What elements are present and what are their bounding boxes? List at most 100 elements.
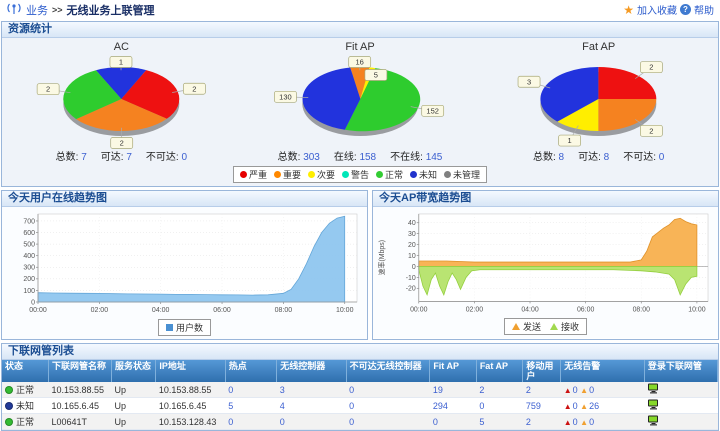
cell-value-wlc[interactable]: 4 xyxy=(280,401,285,411)
cell-alarms: ▲0 ▲26 xyxy=(561,398,645,414)
cell-value-fat_ap[interactable]: 2 xyxy=(479,385,484,395)
table-row: 正常L00641TUp10.153.128.43000052▲0 ▲0 xyxy=(2,414,718,430)
cell-value-service: Up xyxy=(114,401,126,411)
pie-stats-fat-ap: 总数: 8可达: 8不可达: 0 xyxy=(479,150,718,165)
cell-name: L00641T xyxy=(49,414,112,430)
svg-text:10: 10 xyxy=(408,253,416,260)
cell-service: Up xyxy=(111,414,155,430)
severity-dot-icon xyxy=(376,171,383,178)
svg-text:500: 500 xyxy=(23,242,35,249)
cell-ip: 10.165.6.45 xyxy=(156,398,225,414)
cell-unreachable_wlc: 0 xyxy=(346,382,430,398)
cell-value-fat_ap[interactable]: 5 xyxy=(479,417,484,427)
cell-value-mobile_users[interactable]: 2 xyxy=(526,385,531,395)
svg-text:200: 200 xyxy=(23,276,35,283)
column-header-ip: IP地址 xyxy=(156,360,225,382)
pie-stat-value[interactable]: 158 xyxy=(359,152,376,163)
topbar: 业务 >> 无线业务上联管理 ★ 加入收藏 ? 帮助 xyxy=(1,0,719,19)
cell-status: 正常 xyxy=(2,414,49,430)
pie-stat-value[interactable]: 8 xyxy=(604,152,610,163)
panel-title-ap-bandwidth: 今天AP带宽趋势图 xyxy=(373,191,718,207)
cell-value-ip: 10.153.128.43 xyxy=(159,417,217,427)
breadcrumb-section[interactable]: 业务 xyxy=(26,2,48,18)
critical-alarm-icon: ▲ xyxy=(564,402,572,411)
column-header-alarms: 无线告警 xyxy=(561,360,645,382)
svg-text:02:00: 02:00 xyxy=(91,307,109,314)
cell-value-unreachable_wlc[interactable]: 0 xyxy=(349,385,354,395)
status-dot-icon xyxy=(5,386,13,394)
svg-text:08:00: 08:00 xyxy=(633,306,651,313)
chart-legend-item: 接收 xyxy=(550,320,579,333)
pie-chart-ac: 1222 xyxy=(2,54,241,150)
help-link[interactable]: 帮助 xyxy=(694,2,714,17)
breadcrumb-separator: >> xyxy=(52,5,63,15)
cell-name: 10.165.6.45 xyxy=(49,398,112,414)
cell-wlc: 3 xyxy=(277,382,346,398)
cell-service: Up xyxy=(111,398,155,414)
severity-legend-item: 未知 xyxy=(410,168,437,181)
svg-text:300: 300 xyxy=(23,265,35,272)
cell-value-unreachable_wlc[interactable]: 0 xyxy=(349,401,354,411)
severity-legend-box: 严重重要次要警告正常未知未管理 xyxy=(233,166,487,183)
svg-text:100: 100 xyxy=(23,288,35,295)
panel-title-user-trend: 今天用户在线趋势图 xyxy=(2,191,367,207)
column-header-mobile_users: 移动用户 xyxy=(523,360,561,382)
svg-text:04:00: 04:00 xyxy=(521,306,539,313)
cell-value-mobile_users[interactable]: 2 xyxy=(526,417,531,427)
pie-stat: 可达: 8 xyxy=(578,152,609,163)
major-alarm-count[interactable]: 26 xyxy=(589,401,599,411)
cell-value-fit_ap[interactable]: 19 xyxy=(433,385,443,395)
cell-fat_ap: 2 xyxy=(476,382,523,398)
svg-text:0: 0 xyxy=(31,299,35,306)
svg-text:2: 2 xyxy=(650,126,654,135)
pie-stat: 在线: 158 xyxy=(334,152,376,163)
svg-text:0: 0 xyxy=(412,264,416,271)
pie-stat-value[interactable]: 7 xyxy=(81,152,87,163)
severity-dot-icon xyxy=(240,171,247,178)
pie-stat-value[interactable]: 0 xyxy=(659,152,665,163)
svg-text:5: 5 xyxy=(373,71,377,80)
severity-dot-icon xyxy=(410,171,417,178)
pie-stat-value[interactable]: 0 xyxy=(181,152,187,163)
column-header-status: 状态 xyxy=(2,360,49,382)
severity-legend-item: 正常 xyxy=(376,168,403,181)
pie-stat-value[interactable]: 7 xyxy=(126,152,132,163)
pie-stat-value[interactable]: 8 xyxy=(559,152,565,163)
cell-fit_ap: 0 xyxy=(430,414,477,430)
favorite-link[interactable]: 加入收藏 xyxy=(637,2,677,17)
login-nms-icon[interactable] xyxy=(647,399,660,412)
pie-chart-fat-ap: 2213 xyxy=(479,54,718,150)
pie-stat: 不可达: 0 xyxy=(623,152,664,163)
pie-stat-value[interactable]: 145 xyxy=(426,152,443,163)
cell-value-fit_ap[interactable]: 0 xyxy=(433,417,438,427)
svg-text:-10: -10 xyxy=(406,275,416,282)
user-trend-legend: 用户数 xyxy=(4,318,365,339)
cell-value-unreachable_wlc[interactable]: 0 xyxy=(349,417,354,427)
wireless-icon xyxy=(6,1,22,18)
column-header-wlc: 无线控制器 xyxy=(277,360,346,382)
cell-mobile_users: 2 xyxy=(523,382,561,398)
cell-value-wlc[interactable]: 0 xyxy=(280,417,285,427)
login-nms-icon[interactable] xyxy=(647,383,660,396)
svg-text:02:00: 02:00 xyxy=(466,306,484,313)
pie-stat-value[interactable]: 303 xyxy=(303,152,320,163)
ap-bandwidth-trend-chart: -20-1001020304000:0002:0004:0006:0008:00… xyxy=(375,208,716,317)
critical-alarm-icon: ▲ xyxy=(564,418,572,427)
cell-value-service: Up xyxy=(114,417,126,427)
major-alarm-count[interactable]: 0 xyxy=(589,385,594,395)
cell-value-mobile_users[interactable]: 759 xyxy=(526,401,541,411)
major-alarm-icon: ▲ xyxy=(580,386,588,395)
major-alarm-count[interactable]: 0 xyxy=(589,417,594,427)
chart-legend-box: 发送接收 xyxy=(504,318,587,335)
cell-value-wlc[interactable]: 3 xyxy=(280,385,285,395)
cell-value-hotspot[interactable]: 0 xyxy=(228,417,233,427)
svg-text:130: 130 xyxy=(279,92,292,101)
cell-value-hotspot[interactable]: 5 xyxy=(228,401,233,411)
svg-text:00:00: 00:00 xyxy=(410,306,428,313)
cell-value-hotspot[interactable]: 0 xyxy=(228,385,233,395)
cell-value-fit_ap[interactable]: 294 xyxy=(433,401,448,411)
login-nms-icon[interactable] xyxy=(647,415,660,428)
cell-value-fat_ap[interactable]: 0 xyxy=(479,401,484,411)
user-trend-panel: 今天用户在线趋势图 010020030040050060070000:0002:… xyxy=(1,190,368,340)
svg-text:00:00: 00:00 xyxy=(29,307,47,314)
